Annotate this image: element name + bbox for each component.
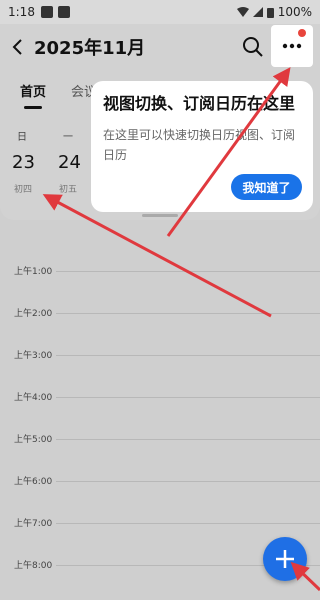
notification-dot	[298, 29, 306, 37]
more-options-button[interactable]	[271, 25, 313, 67]
gallery-notification-icon	[40, 6, 53, 18]
hour-row: 上午7:00	[0, 519, 320, 529]
hour-row: 上午3:00	[0, 351, 320, 361]
date-cell[interactable]: 24	[58, 152, 81, 173]
status-time: 1:18	[8, 5, 35, 19]
hour-label: 上午1:00	[14, 267, 53, 277]
drag-handle[interactable]	[142, 214, 178, 217]
weekday-label: 日	[17, 132, 27, 143]
hour-label: 上午2:00	[14, 309, 53, 319]
page-title[interactable]: 2025年11月	[34, 34, 145, 60]
lunar-label: 初四	[14, 185, 33, 195]
tab-active-indicator	[24, 106, 42, 109]
hour-label: 上午7:00	[14, 519, 53, 529]
tab-home[interactable]: 首页	[20, 81, 46, 100]
hour-label: 上午6:00	[14, 477, 53, 487]
hour-label: 上午8:00	[14, 561, 53, 571]
hour-row: 上午2:00	[0, 309, 320, 319]
popup-title: 视图切换、订阅日历在这里	[103, 94, 296, 113]
add-event-button[interactable]	[263, 537, 307, 581]
battery-percent: 100%	[277, 5, 312, 19]
hour-label: 上午5:00	[14, 435, 53, 445]
status-bar: 1:18 100%	[0, 0, 320, 24]
popup-description: 在这里可以快速切换日历视图、订阅日历	[103, 128, 296, 162]
guide-popup: 视图切换、订阅日历在这里 在这里可以快速切换日历视图、订阅日历 我知道了	[91, 81, 313, 212]
wifi-icon	[236, 7, 249, 17]
more-dots-icon	[282, 43, 302, 49]
hour-row: 上午1:00	[0, 267, 320, 277]
plus-icon	[276, 550, 294, 568]
hour-row: 上午5:00	[0, 435, 320, 445]
got-it-button[interactable]: 我知道了	[231, 174, 302, 200]
battery-icon	[266, 7, 274, 18]
lunar-label: 初五	[59, 185, 78, 195]
hour-label: 上午3:00	[14, 351, 53, 361]
hour-label: 上午4:00	[14, 393, 53, 403]
hour-row: 上午6:00	[0, 477, 320, 487]
back-arrow-icon[interactable]	[2, 24, 32, 70]
hour-row: 上午4:00	[0, 393, 320, 403]
app-notification-icon	[57, 6, 70, 18]
date-cell[interactable]: 23	[12, 152, 35, 173]
weekday-label: 一	[63, 132, 73, 143]
search-icon[interactable]	[240, 34, 266, 60]
signal-icon	[252, 7, 263, 17]
